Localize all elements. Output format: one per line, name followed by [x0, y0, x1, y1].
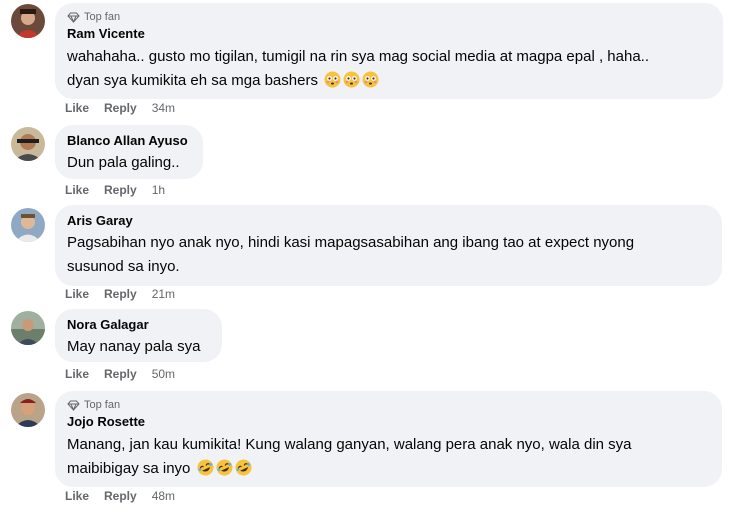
- comment-text-line: maibibigay sa inyo: [67, 457, 710, 484]
- comment-actions: Like Reply 1h: [65, 182, 165, 198]
- comment-actions: Like Reply 48m: [65, 488, 175, 504]
- comment-text-line: Dun pala galing..: [67, 154, 180, 171]
- badge-label: Top fan: [84, 11, 121, 23]
- avatar[interactable]: [11, 127, 45, 161]
- comment-text: May nanay pala sya: [67, 335, 210, 359]
- comment-text-span: maibibigay sa inyo: [67, 460, 191, 477]
- diamond-icon: [67, 12, 80, 23]
- avatar[interactable]: [11, 208, 45, 242]
- avatar[interactable]: [11, 311, 45, 345]
- like-button[interactable]: Like: [65, 489, 89, 503]
- reply-button[interactable]: Reply: [104, 367, 137, 381]
- like-button[interactable]: Like: [65, 287, 89, 301]
- comment-text-line: wahahaha.. gusto mo tigilan, tumigil na …: [67, 48, 649, 65]
- comment-author[interactable]: Jojo Rosette: [67, 413, 710, 430]
- top-fan-badge: Top fan: [67, 398, 710, 412]
- avatar[interactable]: [11, 393, 45, 427]
- comment-timestamp[interactable]: 48m: [152, 489, 175, 503]
- rofl-face-icon: [216, 459, 233, 484]
- comment-text: wahahaha.. gusto mo tigilan, tumigil na …: [67, 45, 711, 96]
- comment-text: Dun pala galing..: [67, 151, 191, 175]
- comment-text-span: dyan sya kumikita eh sa mga bashers: [67, 72, 318, 89]
- comment-bubble: Aris Garay Pagsabihan nyo anak nyo, hind…: [55, 205, 722, 286]
- comment-timestamp[interactable]: 50m: [152, 367, 175, 381]
- reply-button[interactable]: Reply: [104, 489, 137, 503]
- comment-text-line: Pagsabihan nyo anak nyo, hindi kasi mapa…: [67, 234, 635, 251]
- like-button[interactable]: Like: [65, 183, 89, 197]
- comment-text-line: Manang, jan kau kumikita! Kung walang ga…: [67, 436, 632, 453]
- rofl-face-icon: [197, 459, 214, 484]
- comment-text-line: susunod sa inyo.: [67, 258, 180, 275]
- diamond-icon: [67, 400, 80, 411]
- comment-text: Pagsabihan nyo anak nyo, hindi kasi mapa…: [67, 231, 710, 279]
- flushed-face-icon: [362, 71, 379, 96]
- reply-button[interactable]: Reply: [104, 101, 137, 115]
- comment-timestamp[interactable]: 1h: [152, 183, 165, 197]
- flushed-face-icon: [343, 71, 360, 96]
- comment-bubble: Nora Galagar May nanay pala sya: [55, 309, 222, 362]
- comment-bubble: Top fan Ram Vicente wahahaha.. gusto mo …: [55, 3, 723, 99]
- top-fan-badge: Top fan: [67, 10, 711, 24]
- comment-bubble: Blanco Allan Ayuso Dun pala galing..: [55, 125, 203, 179]
- comment-actions: Like Reply 50m: [65, 366, 175, 382]
- badge-label: Top fan: [84, 399, 121, 411]
- reply-button[interactable]: Reply: [104, 183, 137, 197]
- reply-button[interactable]: Reply: [104, 287, 137, 301]
- comment-author[interactable]: Ram Vicente: [67, 25, 711, 42]
- comment-author[interactable]: Blanco Allan Ayuso: [67, 132, 191, 149]
- flushed-face-icon: [324, 71, 341, 96]
- comment-text-line: May nanay pala sya: [67, 338, 201, 355]
- comment-timestamp[interactable]: 34m: [152, 101, 175, 115]
- comment-text: Manang, jan kau kumikita! Kung walang ga…: [67, 433, 710, 484]
- like-button[interactable]: Like: [65, 367, 89, 381]
- comment-actions: Like Reply 34m: [65, 100, 175, 116]
- comment-author[interactable]: Nora Galagar: [67, 316, 210, 333]
- comment-actions: Like Reply 21m: [65, 286, 175, 302]
- rofl-face-icon: [235, 459, 252, 484]
- comment-text-line: dyan sya kumikita eh sa mga bashers: [67, 69, 711, 96]
- avatar[interactable]: [11, 4, 45, 38]
- comment-author[interactable]: Aris Garay: [67, 212, 710, 229]
- comment-bubble: Top fan Jojo Rosette Manang, jan kau kum…: [55, 391, 722, 487]
- comment-timestamp[interactable]: 21m: [152, 287, 175, 301]
- like-button[interactable]: Like: [65, 101, 89, 115]
